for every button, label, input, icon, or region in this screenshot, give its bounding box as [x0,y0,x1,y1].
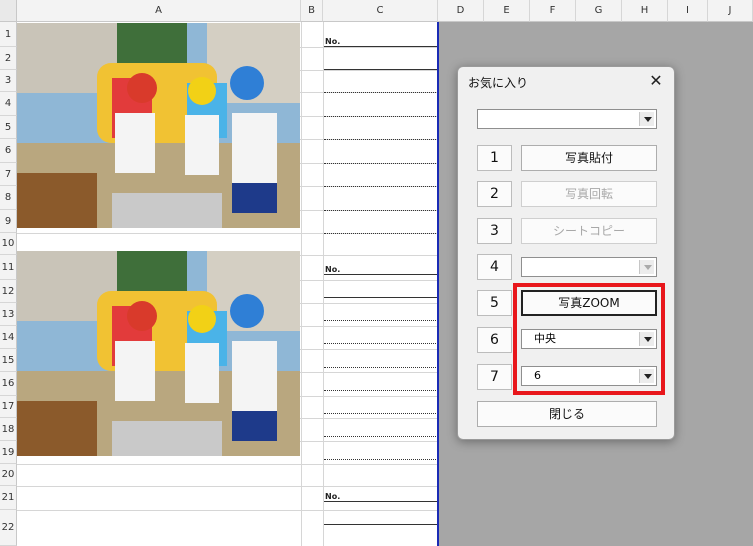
writing-line [324,92,438,93]
column-header-f[interactable]: F [530,0,576,22]
writing-line [324,297,438,298]
row-header[interactable]: 7 [0,163,17,186]
row-header[interactable]: 10 [0,233,17,255]
writing-line [324,459,438,460]
row-header[interactable]: 8 [0,186,17,210]
cell-area[interactable]: No. No. No. [17,22,438,546]
row-header[interactable]: 6 [0,139,17,163]
close-icon[interactable]: ✕ [646,71,666,91]
row-header[interactable]: 12 [0,280,17,303]
dialog-title: お気に入り [468,76,529,90]
chevron-down-icon[interactable] [639,260,654,274]
column-header-b[interactable]: B [301,0,323,22]
number-button-7[interactable]: 7 [477,364,512,390]
photo-2[interactable] [17,251,300,456]
row-header[interactable]: 22 [0,510,17,546]
writing-line [324,210,438,211]
writing-line [324,501,438,502]
writing-line [324,139,438,140]
writing-line [324,274,438,275]
grid-line [17,486,438,487]
rotate-photo-button[interactable]: 写真回転 [521,181,657,207]
writing-line [324,367,438,368]
writing-line [324,186,438,187]
writing-line [324,390,438,391]
row-header[interactable]: 2 [0,47,17,70]
writing-line [324,524,438,525]
writing-line [324,436,438,437]
sheet-copy-button[interactable]: シートコピー [521,218,657,244]
number-button-2[interactable]: 2 [477,181,512,207]
favorites-combo[interactable] [477,109,657,129]
select-all-corner[interactable] [0,0,17,22]
row-header[interactable]: 4 [0,92,17,116]
row-header[interactable]: 5 [0,116,17,139]
row-header[interactable]: 3 [0,70,17,92]
column-header-h[interactable]: H [622,0,668,22]
row-header[interactable]: 1 [0,22,17,47]
writing-line [324,46,438,47]
column-header-g[interactable]: G [576,0,622,22]
grid-line [17,464,438,465]
row-header[interactable]: 16 [0,372,17,396]
row-header[interactable]: 19 [0,441,17,464]
writing-line [324,163,438,164]
grid-line [301,22,302,546]
chevron-down-icon[interactable] [639,112,654,126]
option-combo-4[interactable] [521,257,657,277]
grid-line [17,510,438,511]
number-button-6[interactable]: 6 [477,327,512,353]
paste-photo-button[interactable]: 写真貼付 [521,145,657,171]
row-header[interactable]: 14 [0,326,17,349]
close-button[interactable]: 閉じる [477,401,657,427]
grid-line [323,22,324,546]
row-header[interactable]: 20 [0,464,17,486]
row-header[interactable]: 17 [0,396,17,418]
writing-line [324,343,438,344]
row-header[interactable]: 15 [0,349,17,372]
highlight-box [513,283,665,395]
column-header-e[interactable]: E [484,0,530,22]
row-header[interactable]: 9 [0,210,17,233]
column-header-a[interactable]: A [17,0,301,22]
writing-line [324,116,438,117]
column-header-d[interactable]: D [438,0,484,22]
number-button-4[interactable]: 4 [477,254,512,280]
column-header-j[interactable]: J [708,0,753,22]
row-header[interactable]: 18 [0,418,17,441]
photo-1[interactable] [17,23,300,228]
writing-line [324,413,438,414]
writing-line [324,233,438,234]
writing-line [324,69,438,70]
writing-line [324,320,438,321]
row-header[interactable]: 13 [0,303,17,326]
number-button-3[interactable]: 3 [477,218,512,244]
number-button-1[interactable]: 1 [477,145,512,171]
column-header-c[interactable]: C [323,0,438,22]
number-button-5[interactable]: 5 [477,290,512,316]
row-header[interactable]: 21 [0,486,17,510]
column-header-i[interactable]: I [668,0,708,22]
row-header[interactable]: 11 [0,255,17,280]
